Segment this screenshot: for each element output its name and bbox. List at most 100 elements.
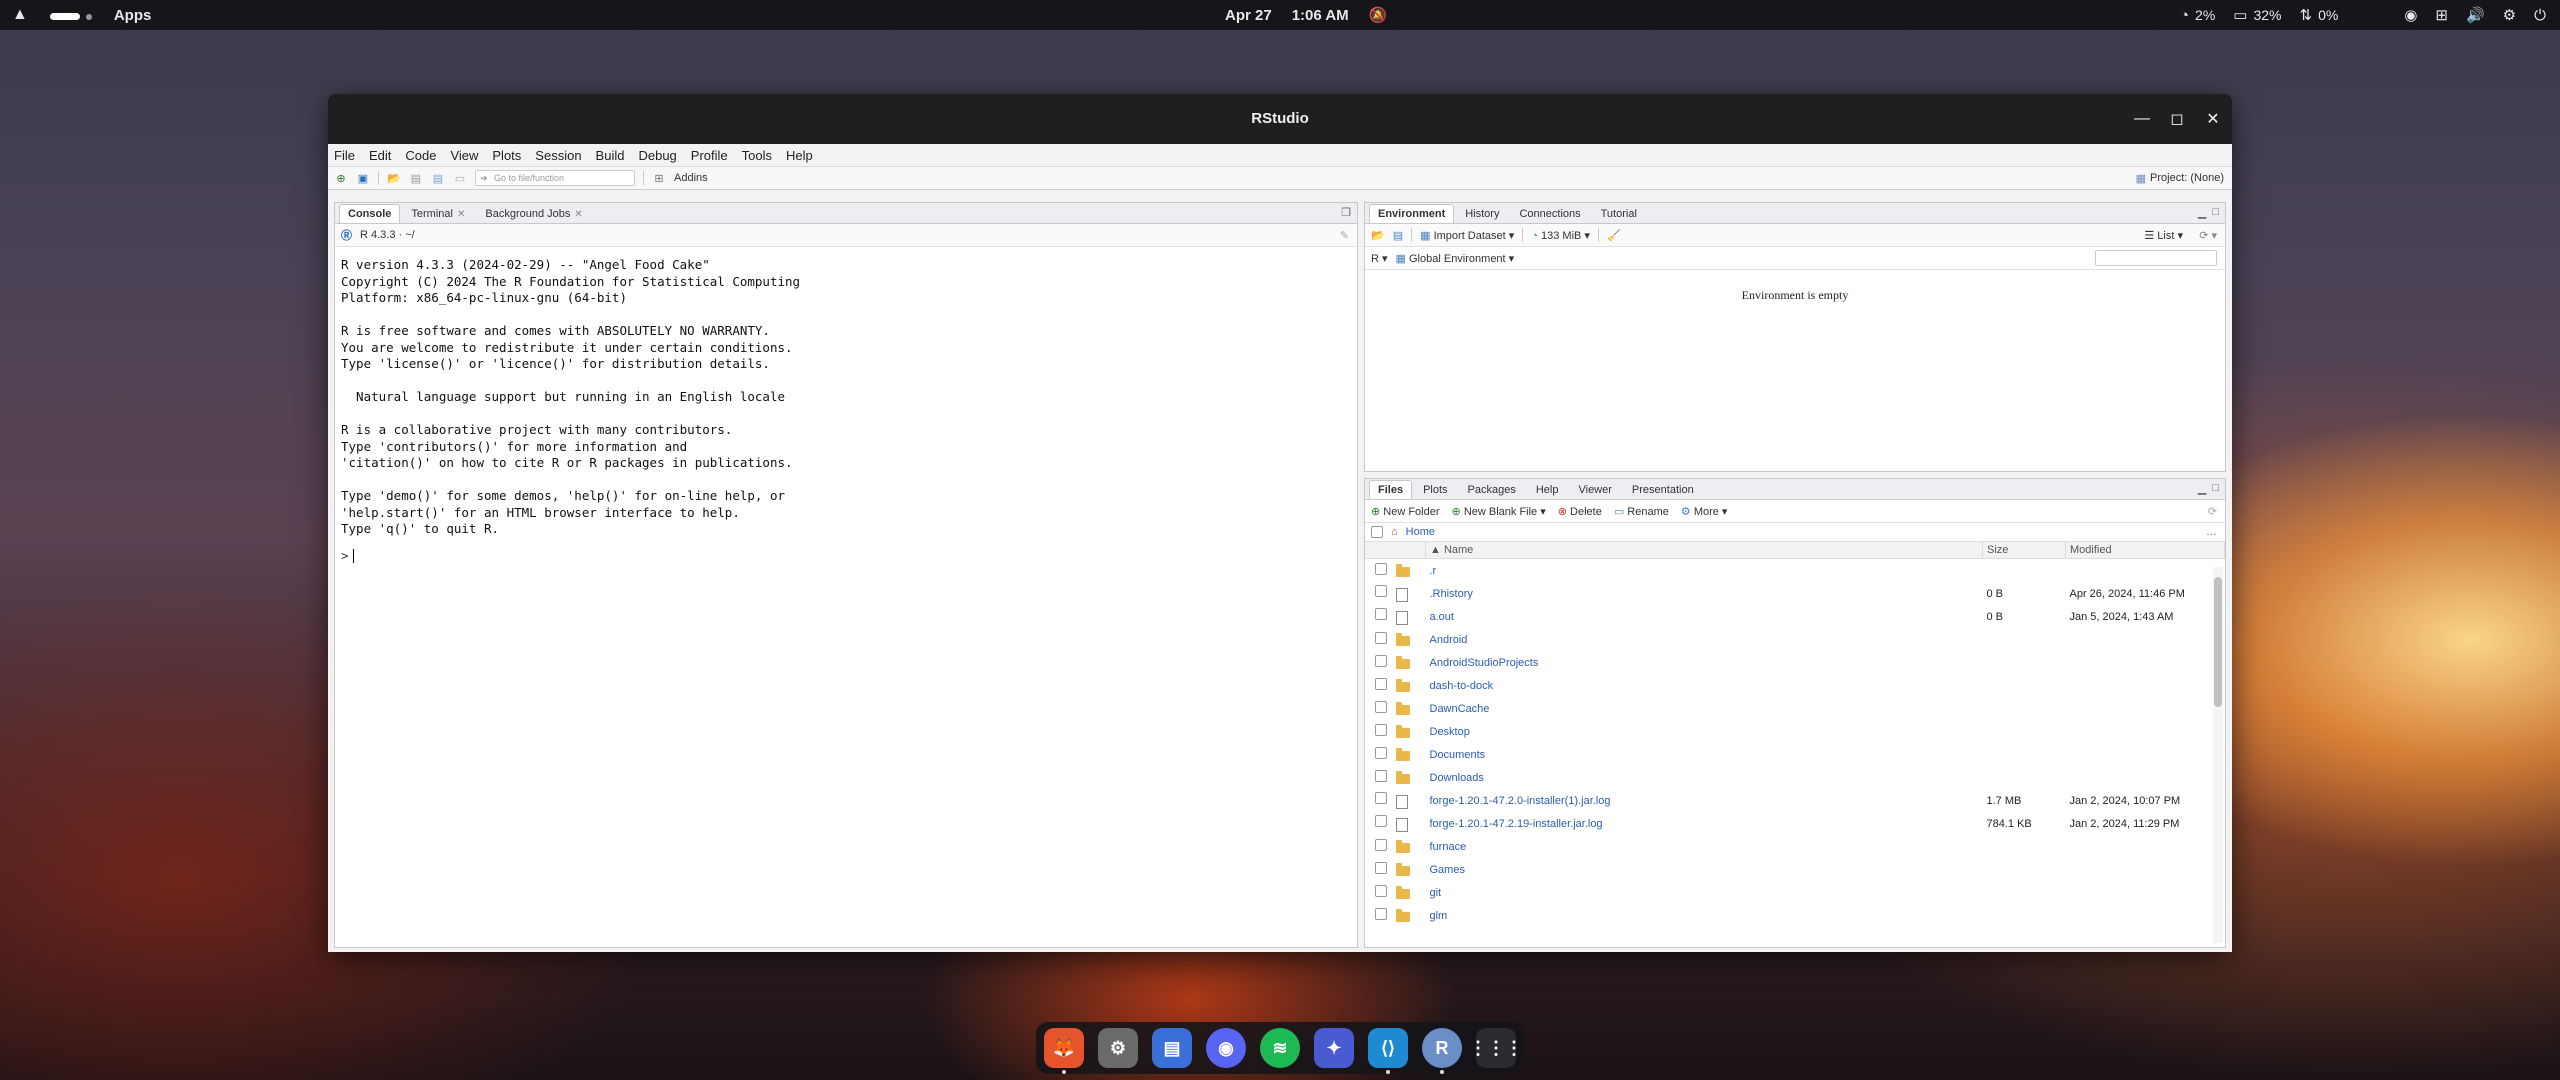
row-checkbox[interactable]	[1375, 908, 1387, 920]
settings-icon[interactable]: ⚙	[1098, 1028, 1138, 1068]
column-header-modified[interactable]: Modified	[2065, 542, 2225, 559]
column-header-name[interactable]: ▲ Name	[1425, 542, 1983, 559]
file-row[interactable]: Android	[1365, 628, 2225, 651]
file-name-link[interactable]: DawnCache	[1426, 697, 1983, 720]
game-icon[interactable]: ✦	[1314, 1028, 1354, 1068]
refresh-icon[interactable]: ⟳	[2208, 505, 2217, 518]
refresh-icon[interactable]: ⟳ ▾	[2199, 229, 2217, 242]
menu-session[interactable]: Session	[535, 148, 581, 163]
file-row[interactable]: Desktop	[1365, 720, 2225, 743]
save-icon[interactable]: ▤	[409, 171, 423, 185]
row-checkbox[interactable]	[1375, 792, 1387, 805]
rename-button[interactable]: ▭ Rename	[1614, 505, 1669, 518]
tab-environment[interactable]: Environment	[1369, 204, 1455, 223]
file-row[interactable]: git	[1365, 881, 2225, 904]
tab-background-jobs[interactable]: Background Jobs ✕	[476, 204, 591, 223]
file-row[interactable]: a.out 0 B Jan 5, 2024, 1:43 AM	[1365, 605, 2225, 628]
cpu-indicator[interactable]: ◔ 2%	[2180, 7, 2215, 24]
file-name-link[interactable]: forge-1.20.1-47.2.0-installer(1).jar.log	[1426, 789, 1983, 812]
load-workspace-icon[interactable]: 📂	[1371, 229, 1385, 242]
tab-terminal[interactable]: Terminal ✕	[402, 204, 474, 223]
column-header-size[interactable]: Size	[1982, 542, 2066, 559]
file-name-link[interactable]: forge-1.20.1-47.2.19-installer.jar.log	[1426, 812, 1983, 835]
file-name-link[interactable]: Games	[1426, 858, 1983, 881]
power-icon[interactable]: ⏻	[2534, 7, 2546, 24]
memory-indicator[interactable]: ▭ 32%	[2233, 6, 2281, 24]
network-indicator[interactable]: ⇅ 0%	[2300, 6, 2339, 24]
menu-profile[interactable]: Profile	[691, 148, 728, 163]
menu-code[interactable]: Code	[405, 148, 436, 163]
breadcrumb-home[interactable]: Home	[1406, 526, 1435, 538]
tab-packages[interactable]: Packages	[1459, 480, 1525, 499]
open-file-icon[interactable]: 📂	[387, 171, 401, 185]
vscode-icon[interactable]: ⟨⟩	[1368, 1028, 1408, 1074]
scope-dropdown[interactable]: ▦ Global Environment ▾	[1396, 252, 1515, 265]
maximize-icon[interactable]: ◻	[2170, 109, 2184, 129]
network-wired-icon[interactable]: ⊞	[2435, 6, 2448, 24]
broom-icon[interactable]: 🧹	[1607, 229, 1621, 242]
tab-connections[interactable]: Connections	[1510, 204, 1589, 223]
activities-logo-icon[interactable]: ▲	[12, 6, 28, 24]
more-options-icon[interactable]: …	[2206, 526, 2217, 538]
menu-debug[interactable]: Debug	[638, 148, 676, 163]
rstudio-icon[interactable]: R	[1422, 1028, 1462, 1074]
file-name-link[interactable]: Desktop	[1426, 720, 1983, 743]
gamepad-icon[interactable]: ◉	[2404, 6, 2417, 24]
row-checkbox[interactable]	[1375, 632, 1387, 644]
tab-plots[interactable]: Plots	[1414, 480, 1456, 499]
import-dataset-button[interactable]: ▦ Import Dataset ▾	[1420, 229, 1514, 242]
close-icon[interactable]: ✕	[2206, 109, 2220, 129]
menu-help[interactable]: Help	[786, 148, 813, 163]
minimize-pane-icon[interactable]: ▁	[2198, 482, 2206, 495]
menu-view[interactable]: View	[450, 148, 478, 163]
menu-file[interactable]: File	[334, 148, 355, 163]
file-name-link[interactable]: furnace	[1426, 835, 1983, 858]
row-checkbox[interactable]	[1375, 563, 1387, 575]
file-row[interactable]: DawnCache	[1365, 697, 2225, 720]
firefox-icon[interactable]: 🦊	[1044, 1028, 1084, 1074]
file-row[interactable]: forge-1.20.1-47.2.0-installer(1).jar.log…	[1365, 789, 2225, 812]
file-row[interactable]: glm	[1365, 904, 2225, 927]
clear-console-icon[interactable]: ✎	[1340, 229, 1349, 242]
new-folder-button[interactable]: ⊕ New Folder	[1371, 505, 1440, 518]
maximize-pane-icon[interactable]: □	[2212, 482, 2219, 495]
addins-menu[interactable]: Addins	[674, 172, 708, 184]
file-name-link[interactable]: Android	[1426, 628, 1983, 651]
file-name-link[interactable]: .r	[1426, 559, 1983, 583]
file-row[interactable]: .r	[1365, 559, 2225, 583]
new-file-icon[interactable]: ⊕	[334, 171, 348, 185]
scrollbar-thumb[interactable]	[2214, 577, 2222, 707]
window-titlebar[interactable]: RStudio — ◻ ✕	[328, 94, 2232, 144]
file-row[interactable]: forge-1.20.1-47.2.19-installer.jar.log 78…	[1365, 812, 2225, 835]
project-menu[interactable]: ▦ Project: (None)	[2136, 167, 2224, 189]
file-row[interactable]: dash-to-dock	[1365, 674, 2225, 697]
tab-history[interactable]: History	[1456, 204, 1508, 223]
tab-console[interactable]: Console	[339, 204, 401, 223]
row-checkbox[interactable]	[1375, 885, 1387, 897]
tab-files[interactable]: Files	[1369, 480, 1413, 499]
workspace-panes-icon[interactable]: ⊞	[652, 171, 666, 185]
file-row[interactable]: .Rhistory 0 B Apr 26, 2024, 11:46 PM	[1365, 582, 2225, 605]
file-row[interactable]: AndroidStudioProjects	[1365, 651, 2225, 674]
console-output[interactable]: R version 4.3.3 (2024-02-29) -- "Angel F…	[335, 247, 1357, 548]
row-checkbox[interactable]	[1375, 724, 1387, 736]
file-name-link[interactable]: a.out	[1426, 605, 1983, 628]
file-name-link[interactable]: git	[1426, 881, 1983, 904]
apps-button[interactable]: Apps	[114, 7, 152, 24]
file-row[interactable]: Games	[1365, 858, 2225, 881]
row-checkbox[interactable]	[1375, 839, 1387, 851]
row-checkbox[interactable]	[1375, 585, 1387, 598]
close-tab-icon[interactable]: ✕	[457, 209, 465, 220]
clock[interactable]: Apr 27 1:06 AM 🔕	[1225, 0, 1387, 30]
row-checkbox[interactable]	[1375, 862, 1387, 874]
console-input[interactable]: >	[335, 548, 1357, 563]
spotify-icon[interactable]: ≋	[1260, 1028, 1300, 1068]
row-checkbox[interactable]	[1375, 608, 1387, 621]
file-name-link[interactable]: .Rhistory	[1426, 582, 1983, 605]
file-name-link[interactable]: glm	[1426, 904, 1983, 927]
discord-icon[interactable]: ◉	[1206, 1028, 1246, 1068]
file-row[interactable]: Downloads	[1365, 766, 2225, 789]
view-mode-dropdown[interactable]: ☰ List ▾	[2144, 229, 2183, 242]
maximize-pane-icon[interactable]: □	[2212, 206, 2219, 219]
language-dropdown[interactable]: R ▾	[1371, 252, 1388, 265]
